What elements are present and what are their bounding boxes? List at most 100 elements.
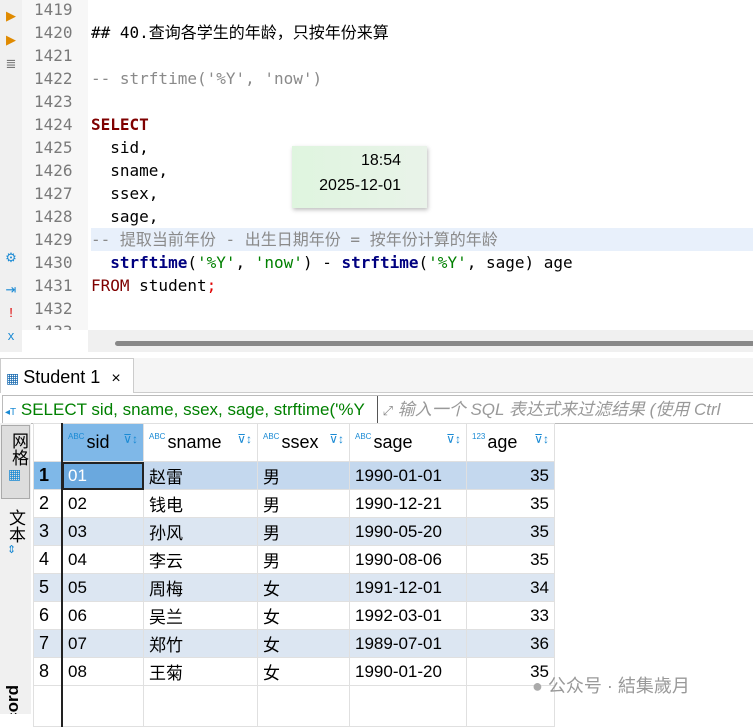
problems-icon[interactable]: !: [3, 305, 19, 321]
token: (: [418, 253, 429, 272]
token: student: [129, 276, 207, 295]
settings-icon[interactable]: ⚙: [3, 250, 19, 266]
token: ;: [206, 276, 217, 295]
cell-sname[interactable]: 钱电: [143, 489, 258, 518]
token: '%Y': [196, 253, 236, 272]
record-view-tab[interactable]: Record: [3, 685, 23, 714]
cell-sid[interactable]: 06: [61, 601, 144, 630]
filter-sort-icon[interactable]: ⊽↕: [123, 432, 138, 446]
cell-ssex[interactable]: 男: [257, 461, 350, 490]
row-number[interactable]: 3: [33, 517, 63, 546]
cell-age[interactable]: 35: [466, 545, 555, 574]
cell-age[interactable]: 35: [466, 489, 555, 518]
variables-icon[interactable]: x: [3, 328, 19, 344]
cell-sname[interactable]: 赵雷: [143, 461, 258, 490]
cell-sid[interactable]: 02: [61, 489, 144, 518]
cell-sage[interactable]: 1990-12-21: [349, 489, 467, 518]
cell-sage[interactable]: 1992-03-01: [349, 601, 467, 630]
table-row[interactable]: 3 03 孙风男 1990-05-20 35: [33, 517, 555, 546]
table-row[interactable]: 8 08 王菊女 1990-01-20 35: [33, 657, 555, 686]
row-number[interactable]: 7: [33, 629, 63, 658]
cell-sage[interactable]: 1990-08-06: [349, 545, 467, 574]
row-number[interactable]: 5: [33, 573, 63, 602]
results-grid: ABC sid ⊽↕ ABC sname ⊽↕ ABC ssex ⊽↕ ABC sage ⊽↕ …: [33, 423, 555, 727]
cell-ssex[interactable]: 男: [257, 489, 350, 518]
column-header-sname[interactable]: ABC sname ⊽↕: [143, 423, 258, 462]
cell-ssex[interactable]: 男: [257, 545, 350, 574]
cell-sage[interactable]: 1991-12-01: [349, 573, 467, 602]
cell-age[interactable]: 35: [466, 461, 555, 490]
line-number: 1424: [34, 115, 73, 134]
cell-sname[interactable]: 吴兰: [143, 601, 258, 630]
line-number: 1429: [34, 230, 73, 249]
cell-sid[interactable]: 04: [61, 545, 144, 574]
row-number[interactable]: 1: [33, 461, 63, 490]
cell-sage[interactable]: 1990-01-01: [349, 461, 467, 490]
cell-ssex[interactable]: 男: [257, 517, 350, 546]
column-header-ssex[interactable]: ABC ssex ⊽↕: [257, 423, 350, 462]
cell-sage[interactable]: 1989-07-01: [349, 629, 467, 658]
cell-sname[interactable]: 郑竹: [143, 629, 258, 658]
cell-ssex[interactable]: 女: [257, 629, 350, 658]
filter-sort-icon[interactable]: ⊽↕: [534, 432, 549, 446]
code-line-current: 1429 -- 提取当前年份 - 出生日期年份 = 按年份计算的年龄: [22, 228, 753, 251]
code-line: 1421: [22, 44, 753, 67]
cell-age[interactable]: 34: [466, 573, 555, 602]
column-header-age[interactable]: 123 age ⊽↕: [466, 423, 555, 462]
table-row[interactable]: 4 04 李云男 1990-08-06 35: [33, 545, 555, 574]
filter-sort-icon[interactable]: ⊽↕: [446, 432, 461, 446]
table-row[interactable]: 7 07 郑竹女 1989-07-01 36: [33, 629, 555, 658]
filter-input[interactable]: 输入一个 SQL 表达式来过滤结果 (使用 Ctrl: [398, 400, 721, 419]
code-line: 1428 sage,: [22, 205, 753, 228]
cell-ssex[interactable]: 女: [257, 601, 350, 630]
token: FROM: [91, 276, 130, 295]
explain-plan-icon[interactable]: ≣: [3, 56, 19, 72]
table-icon: ▦: [6, 370, 20, 386]
cell-sname[interactable]: 孙风: [143, 517, 258, 546]
close-icon[interactable]: ×: [111, 370, 120, 387]
cell-sid[interactable]: 08: [61, 657, 144, 686]
table-row[interactable]: 6 06 吴兰女 1992-03-01 33: [33, 601, 555, 630]
tab-student-1[interactable]: ▦ Student 1 ×: [0, 358, 134, 393]
row-number[interactable]: 8: [33, 657, 63, 686]
cell-sname[interactable]: 王菊: [143, 657, 258, 686]
cell-sage[interactable]: 1990-05-20: [349, 517, 467, 546]
execute-script-icon[interactable]: ▶: [3, 8, 19, 24]
table-row[interactable]: 2 02 钱电男 1990-12-21 35: [33, 489, 555, 518]
expand-icon[interactable]: ⤢: [383, 403, 393, 418]
table-row[interactable]: 1 01 赵雷男 1990-01-01 35: [33, 461, 555, 490]
code-line: 1419: [22, 0, 753, 21]
row-number[interactable]: 4: [33, 545, 63, 574]
filter-sort-icon[interactable]: ⊽↕: [237, 432, 252, 446]
row-number[interactable]: 2: [33, 489, 63, 518]
type-icon: ABC: [68, 432, 85, 441]
column-header-sage[interactable]: ABC sage ⊽↕: [349, 423, 467, 462]
empty-cell: [33, 685, 63, 727]
cell-ssex[interactable]: 女: [257, 657, 350, 686]
cell-sid[interactable]: 05: [61, 573, 144, 602]
cell-sage[interactable]: 1990-01-20: [349, 657, 467, 686]
cell-sid[interactable]: 03: [61, 517, 144, 546]
empty-cell: [349, 685, 467, 727]
table-row[interactable]: 5 05 周梅女 1991-12-01 34: [33, 573, 555, 602]
type-icon: 123: [472, 432, 486, 441]
export-icon[interactable]: ⇥: [3, 282, 19, 298]
row-number[interactable]: 6: [33, 601, 63, 630]
code-line: 1433: [22, 320, 753, 330]
execute-new-tab-icon[interactable]: ▶: [3, 32, 19, 48]
cell-age[interactable]: 36: [466, 629, 555, 658]
column-header-sid[interactable]: ABC sid ⊽↕: [61, 423, 144, 462]
filter-sort-icon[interactable]: ⊽↕: [329, 432, 344, 446]
cell-sname[interactable]: 周梅: [143, 573, 258, 602]
cell-sname[interactable]: 李云: [143, 545, 258, 574]
cell-sid[interactable]: 07: [61, 629, 144, 658]
scrollbar-thumb[interactable]: [115, 341, 753, 346]
cell-ssex[interactable]: 女: [257, 573, 350, 602]
record-label: Record: [3, 685, 23, 714]
cell-sid[interactable]: 01: [61, 461, 144, 490]
horizontal-scrollbar[interactable]: [88, 330, 753, 352]
filter-bar[interactable]: ◂T SELECT sid, sname, ssex, sage, strfti…: [2, 395, 753, 424]
grid-view-tab[interactable]: 网格 ▦: [1, 425, 30, 499]
cell-age[interactable]: 35: [466, 517, 555, 546]
cell-age[interactable]: 33: [466, 601, 555, 630]
